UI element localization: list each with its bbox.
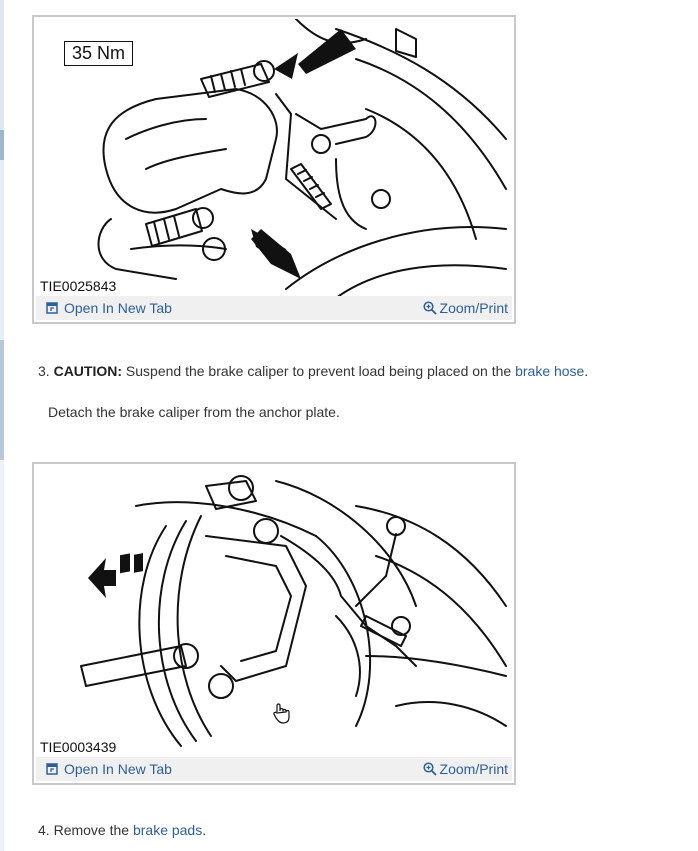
caliper-removal-drawing: [80, 475, 507, 747]
brake-pads-link[interactable]: brake pads: [133, 822, 202, 838]
zoom-print-label: Zoom/Print: [439, 300, 508, 316]
step-4-period: .: [202, 822, 207, 838]
step-4: 4. Remove the brake pads.: [38, 822, 206, 838]
open-in-new-tab-link[interactable]: Open In New Tab: [46, 761, 172, 777]
step-3-text: Suspend the brake caliper to prevent loa…: [122, 363, 516, 379]
figure-2-illustration: [36, 466, 512, 754]
zoom-print-link[interactable]: Zoom/Print: [422, 300, 508, 316]
figure-1-toolbar: Open In New Tab Zoom/Print: [36, 296, 512, 320]
left-edge-strip: [0, 0, 4, 851]
open-in-new-tab-label: Open In New Tab: [64, 300, 172, 316]
step-4-text: Remove the: [49, 822, 133, 838]
magnifier-icon: [422, 301, 437, 315]
step-3-number: 3.: [38, 363, 50, 379]
open-in-new-tab-label: Open In New Tab: [64, 761, 172, 777]
step-3: 3. CAUTION: Suspend the brake caliper to…: [38, 363, 588, 379]
caution-label: CAUTION:: [53, 363, 123, 379]
open-in-new-tab-link[interactable]: Open In New Tab: [46, 300, 172, 316]
zoom-print-label: Zoom/Print: [439, 761, 508, 777]
torque-spec-label: 35 Nm: [64, 41, 134, 66]
brake-hose-link[interactable]: brake hose: [515, 363, 584, 379]
open-new-tab-icon: [46, 302, 58, 314]
figure-2: TIE0003439 Open In New Tab Zoom/Print: [32, 462, 516, 785]
step-3-detail: Detach the brake caliper from the anchor…: [48, 404, 340, 420]
magnifier-icon: [422, 762, 437, 776]
figure-id-label: TIE0025843: [38, 278, 119, 294]
figure-id-label: TIE0003439: [38, 739, 119, 755]
open-new-tab-icon: [46, 763, 58, 775]
figure-1: 35 Nm TIE0025843 Open In New Tab Zoom/Pr…: [32, 15, 516, 324]
figure-2-toolbar: Open In New Tab Zoom/Print: [36, 757, 512, 781]
step-3-period: .: [584, 363, 589, 379]
step-4-number: 4.: [38, 822, 50, 838]
zoom-print-link[interactable]: Zoom/Print: [422, 761, 508, 777]
